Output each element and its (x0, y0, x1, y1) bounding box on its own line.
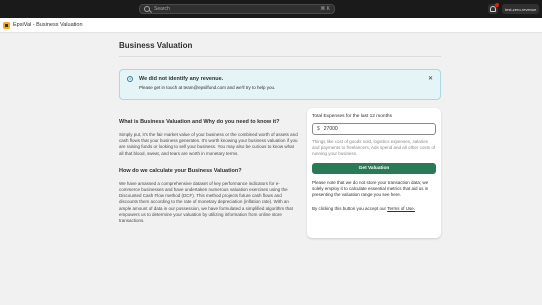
info-banner: i We did not identify any revenue. Pleas… (119, 69, 441, 100)
divider (119, 56, 441, 57)
heading-what-is: What is Business Valuation and Why do yo… (119, 119, 280, 125)
info-icon: i (127, 76, 133, 82)
expenses-input[interactable]: $ 27000 (312, 123, 436, 135)
valuation-form-card: Total Expenses for the last 12 months $ … (307, 108, 441, 238)
notification-button[interactable] (488, 3, 499, 14)
search-placeholder: Search (154, 6, 170, 12)
expenses-help-text: Things like cost of goods sold, logistic… (312, 139, 436, 156)
terms-of-use-link[interactable]: Terms of Use. (387, 206, 415, 211)
heading-how-we-calculate: How do we calculate your Business Valuat… (119, 167, 242, 174)
paragraph-how-we-calculate: We have amassed a comprehensive dataset … (119, 180, 293, 224)
app-header: EpsiVal - Business Valuation (0, 18, 542, 33)
top-bar: Search ⌘ K test-zero-revenue (0, 0, 542, 18)
currency-symbol: $ (317, 126, 320, 132)
app-logo-icon (3, 21, 10, 29)
article: What is Business Valuation and Why do yo… (119, 119, 299, 224)
notification-dot (495, 3, 499, 7)
expenses-label: Total Expenses for the last 12 months (312, 114, 392, 119)
privacy-note: Please note that we do not store your tr… (312, 180, 429, 197)
terms-notice: By clicking this button you accept our T… (312, 206, 436, 211)
search-icon (144, 6, 150, 12)
search-bar[interactable]: Search ⌘ K (139, 4, 335, 14)
banner-title: We did not identify any revenue. (139, 76, 224, 82)
bell-icon (490, 6, 496, 12)
store-menu-button[interactable]: test-zero-revenue (502, 4, 540, 14)
banner-text: Please get in touch at team@epsilfund.co… (139, 85, 276, 90)
terms-prefix: By clicking this button you accept our (312, 206, 388, 211)
get-valuation-button[interactable]: Get Valuation (312, 163, 436, 174)
app-title: EpsiVal - Business Valuation (13, 22, 83, 28)
search-shortcut: ⌘ K (320, 6, 330, 12)
close-icon[interactable]: ✕ (428, 76, 433, 82)
page-title: Business Valuation (119, 41, 193, 50)
main-content: Business Valuation i We did not identify… (0, 33, 542, 305)
paragraph-what-is: Simply put, it's the fair market value o… (119, 132, 298, 156)
expenses-value: 27000 (323, 126, 338, 132)
